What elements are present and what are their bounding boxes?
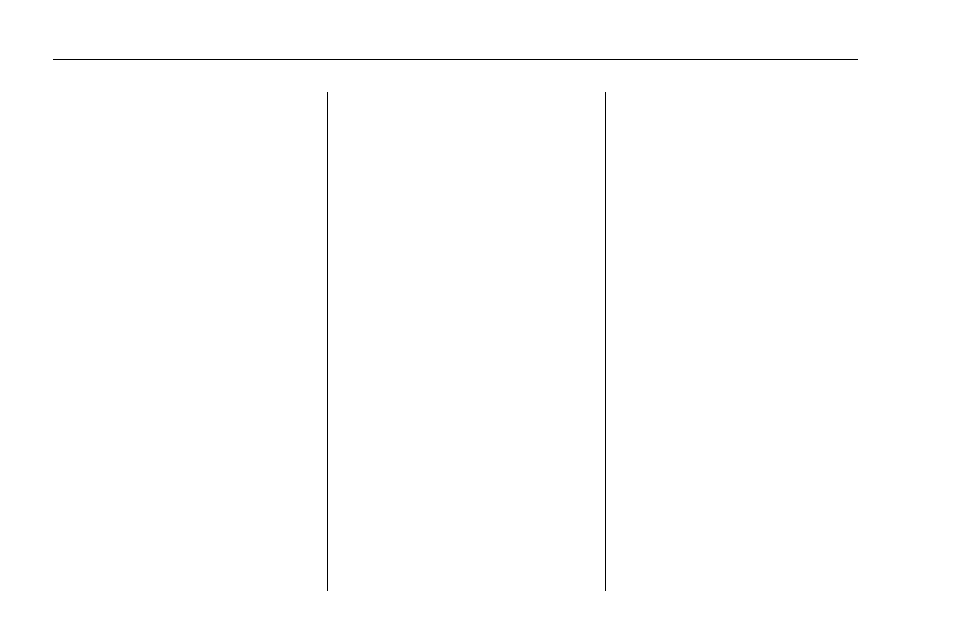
column-divider-2	[605, 92, 606, 591]
column-divider-1	[327, 92, 328, 591]
horizontal-divider	[53, 59, 858, 60]
